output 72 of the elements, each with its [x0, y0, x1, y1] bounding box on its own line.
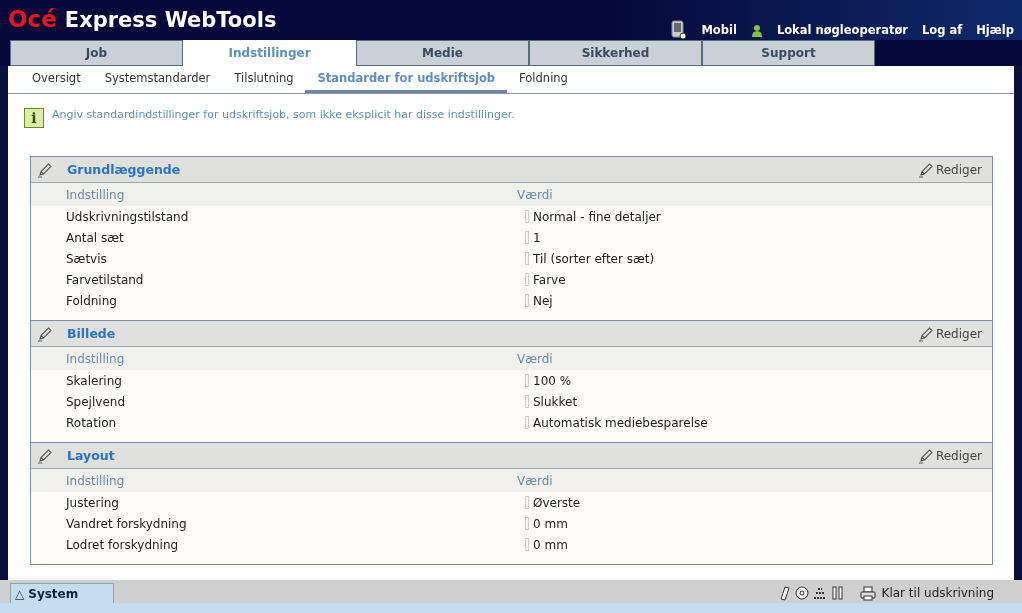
setting-value: Slukket: [533, 394, 578, 409]
sub-tab[interactable]: Oversigt: [20, 66, 93, 93]
column-header: Værdi: [517, 473, 554, 488]
setting-value: 0 mm: [533, 516, 568, 531]
value-marker-icon: [525, 210, 529, 223]
edit-link[interactable]: Rediger: [917, 325, 982, 342]
setting-name: Sætvis: [66, 251, 108, 266]
value-marker-icon: [525, 273, 529, 286]
brand-logo: Océ: [8, 6, 57, 32]
setting-value: 1: [533, 230, 541, 245]
column-header: Indstilling: [66, 473, 126, 488]
printer-icon: [859, 585, 876, 601]
pencil-icon: [917, 161, 934, 178]
setting-value: Normal - fine detaljer: [533, 209, 661, 224]
sub-tab[interactable]: Tilslutning: [222, 66, 306, 93]
system-tab[interactable]: △ System: [10, 583, 114, 603]
setting-name: Skalering: [66, 373, 123, 388]
setting-value: Nej: [533, 293, 553, 308]
value-marker-icon: [525, 496, 529, 509]
setting-value: 100 %: [533, 373, 572, 388]
setting-value: 0 mm: [533, 537, 568, 552]
value-marker-icon: [525, 374, 529, 387]
info-icon: i: [24, 108, 44, 128]
section-title: Billede: [67, 326, 117, 341]
header-link[interactable]: Log af: [921, 23, 963, 37]
column-header: Indstilling: [66, 351, 126, 366]
value-marker-icon: [525, 416, 529, 429]
value-marker-icon: [525, 538, 529, 551]
setting-value: Til (sorter efter sæt): [533, 251, 655, 266]
setting-name: Rotation: [66, 415, 118, 430]
column-header: Indstilling: [66, 187, 126, 202]
sub-tab[interactable]: Foldning: [507, 66, 580, 93]
main-tab[interactable]: Sikkerhed: [529, 40, 702, 66]
value-marker-icon: [525, 395, 529, 408]
value-marker-icon: [525, 517, 529, 530]
setting-name: Spejlvend: [66, 394, 126, 409]
column-header: Værdi: [517, 351, 554, 366]
value-marker-icon: [525, 252, 529, 265]
header-link[interactable]: Mobil: [701, 23, 737, 37]
value-marker-icon: [525, 294, 529, 307]
setting-name: Udskrivningstilstand: [66, 209, 190, 224]
main-tab[interactable]: Job: [10, 40, 183, 66]
setting-value: Farve: [533, 272, 566, 287]
header-link[interactable]: Hjælp: [976, 23, 1014, 37]
setting-name: Justering: [66, 495, 120, 510]
pencil-icon: [37, 161, 53, 178]
setting-name: Farvetilstand: [66, 272, 145, 287]
pencil-icon: [37, 447, 53, 464]
header-link[interactable]: Lokal nøgleoperatør: [776, 23, 908, 37]
value-marker-icon: [525, 231, 529, 244]
edit-link[interactable]: Rediger: [917, 161, 982, 178]
mobile-device-icon: [671, 20, 688, 40]
setting-name: Antal sæt: [66, 230, 125, 245]
pencil-icon: [917, 447, 934, 464]
setting-name: Lodret forskydning: [66, 537, 180, 552]
column-header: Værdi: [517, 187, 554, 202]
pencil-icon: [917, 325, 934, 342]
setting-value: Øverste: [533, 495, 581, 510]
edit-link[interactable]: Rediger: [917, 447, 982, 464]
pencil-icon: [37, 325, 53, 342]
setting-value: Automatisk mediebesparelse: [533, 415, 708, 430]
setting-name: Vandret forskydning: [66, 516, 188, 531]
app-title: Express WebTools: [64, 8, 277, 32]
setting-name: Foldning: [66, 293, 118, 308]
main-tab[interactable]: Support: [702, 40, 875, 66]
section-title: Grundlæggende: [67, 162, 182, 177]
sub-tab[interactable]: Systemstandarder: [92, 66, 223, 93]
printer-status: Klar til udskrivning: [881, 586, 994, 600]
main-tab[interactable]: Medie: [356, 40, 529, 66]
info-text: Angiv standardindstillinger for udskriftsjob, som ikke eksplicit har disse indstillinger.: [52, 108, 515, 121]
section-title: Layout: [67, 448, 116, 463]
user-icon: [750, 23, 763, 37]
